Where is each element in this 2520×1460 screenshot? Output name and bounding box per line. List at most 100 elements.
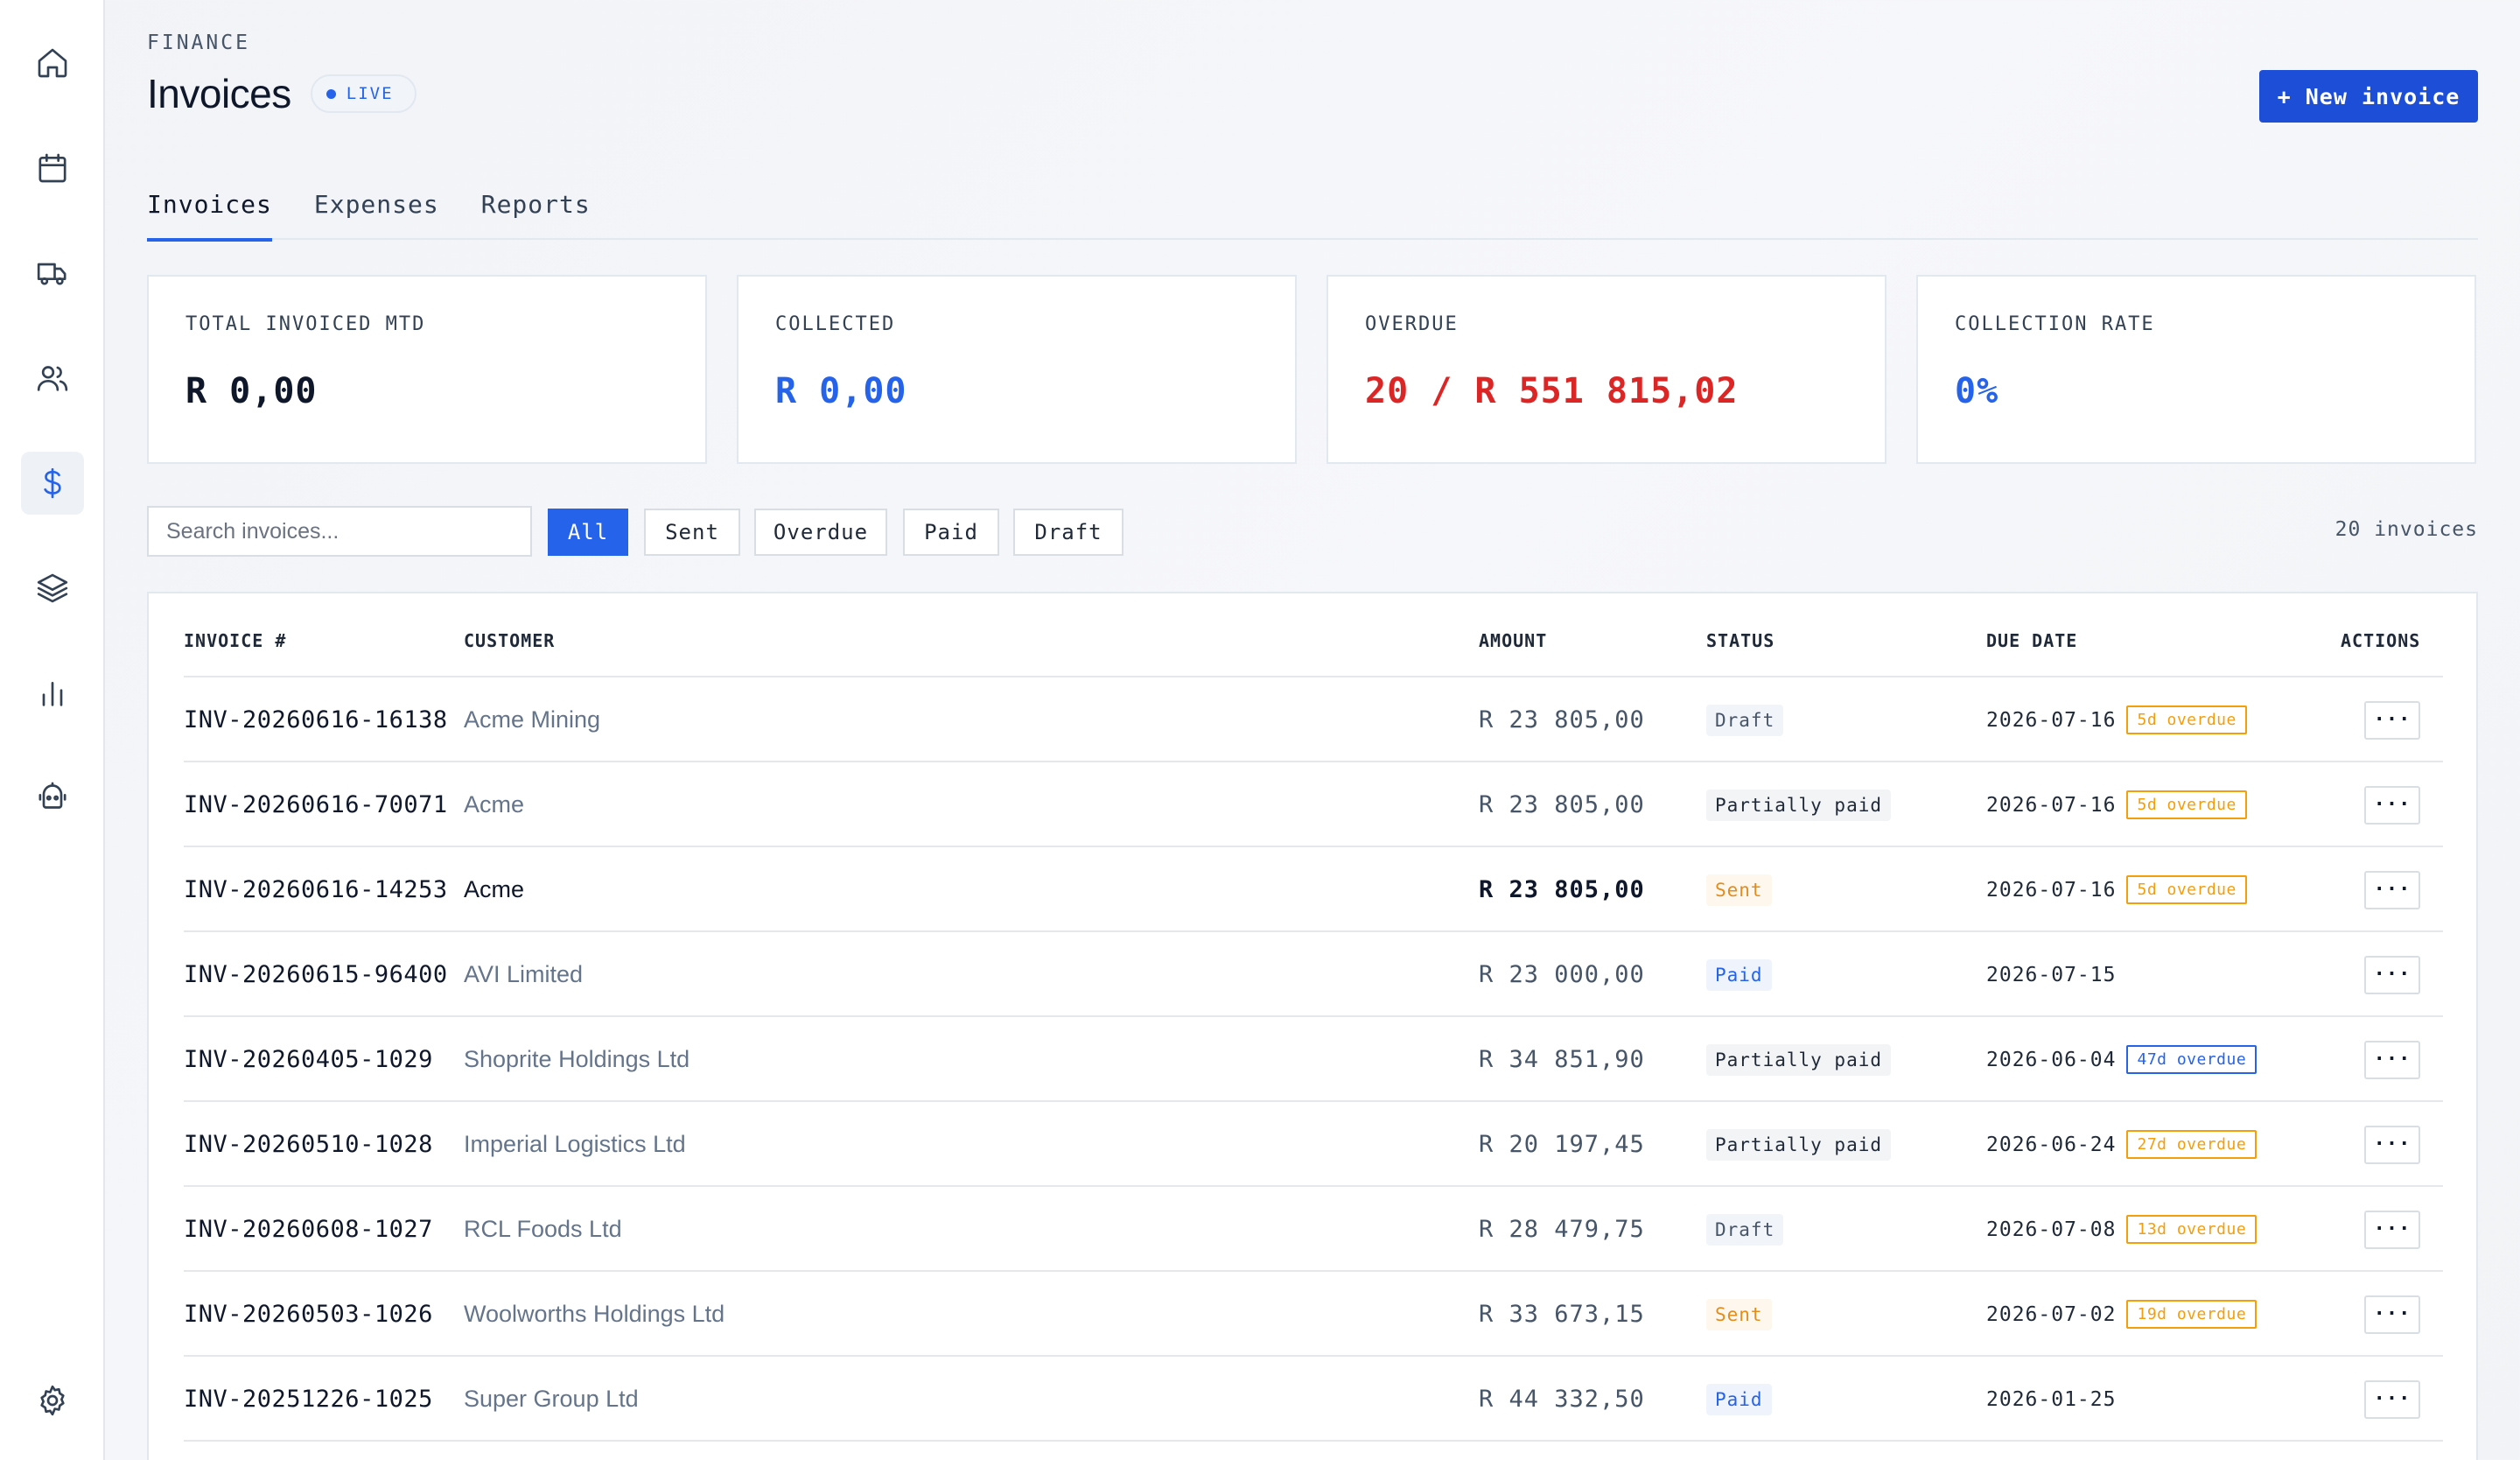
section-eyebrow: FINANCE: [147, 32, 250, 54]
layers-icon: [37, 573, 68, 603]
bot-icon: [38, 782, 66, 809]
column-header-status[interactable]: STATUS: [1706, 630, 1774, 651]
nav-home[interactable]: [21, 32, 84, 95]
actions-cell: ···: [2364, 1272, 2420, 1357]
table-row[interactable]: INV-20260503-1026 Woolworths Holdings Ltd…: [184, 1272, 2443, 1357]
status-badge: Partially paid: [1706, 1043, 1892, 1076]
invoice-number[interactable]: INV-20260405-1029: [184, 1017, 433, 1102]
table-row[interactable]: INV-20260615-96400 AVI Limited R 23 000,00…: [184, 932, 2443, 1017]
customer-name: Acme: [464, 791, 525, 818]
nav-logistics[interactable]: [21, 242, 84, 305]
column-header-customer[interactable]: CUSTOMER: [464, 630, 555, 651]
invoice-number[interactable]: INV-20260503-1026: [184, 1272, 433, 1357]
live-badge-label: LIVE: [346, 84, 394, 103]
search-input[interactable]: [147, 506, 532, 557]
due-cell: 2026-07-16 5d overdue: [1986, 677, 2247, 762]
due-cell: 2026-07-15: [1986, 932, 2116, 1017]
row-actions-button[interactable]: ···: [2364, 955, 2420, 994]
row-actions-button[interactable]: ···: [2364, 1210, 2420, 1249]
kpi-label: TOTAL INVOICED MTD: [186, 313, 426, 335]
filter-chip-all[interactable]: All: [548, 509, 628, 556]
invoice-number[interactable]: INV-20260616-70071: [184, 762, 448, 847]
invoice-amount: R 23 805,00: [1479, 791, 1645, 818]
dollar-icon: [44, 467, 61, 499]
status-cell: Sent: [1706, 1272, 1772, 1357]
table-header: INVOICE # CUSTOMER AMOUNT STATUS DUE DAT…: [184, 630, 2443, 677]
table-row[interactable]: INV-20260405-1029 Shoprite Holdings Ltd R …: [184, 1017, 2443, 1102]
actions-cell: ···: [2364, 847, 2420, 932]
column-header-due-date[interactable]: DUE DATE: [1986, 630, 2077, 651]
invoice-number[interactable]: INV-20260616-16138: [184, 677, 448, 762]
tab-invoices[interactable]: Invoices: [147, 172, 272, 242]
column-header-invoice[interactable]: INVOICE #: [184, 630, 286, 651]
nav-settings[interactable]: [21, 1369, 84, 1432]
nav-analytics[interactable]: [21, 662, 84, 725]
table-row[interactable]: INV-20260608-1027 RCL Foods Ltd R 28 479,7…: [184, 1187, 2443, 1272]
invoice-amount: R 23 805,00: [1479, 876, 1645, 903]
invoice-number[interactable]: INV-20251226-1025: [184, 1357, 433, 1442]
status-cell: Partially paid: [1706, 762, 1892, 847]
kpi-overdue: OVERDUE 20 / R 551 815,02: [1326, 275, 1886, 464]
customer-name: RCL Foods Ltd: [464, 1216, 622, 1242]
nav-finance[interactable]: [21, 452, 84, 515]
tab-reports[interactable]: Reports: [481, 172, 591, 240]
invoice-amount: R 34 851,90: [1479, 1046, 1645, 1073]
bar-chart-icon: [42, 682, 63, 706]
nav-assistant[interactable]: [21, 765, 84, 828]
status-badge: Sent: [1706, 874, 1772, 906]
status-badge: Paid: [1706, 958, 1772, 991]
due-cell: 2026-06-04 47d overdue: [1986, 1017, 2258, 1102]
nav-calendar[interactable]: [21, 137, 84, 200]
invoice-count: 20 invoices: [2334, 518, 2478, 541]
nav-people[interactable]: [21, 347, 84, 410]
overdue-badge: 5d overdue: [2126, 790, 2247, 819]
due-cell: 2026-01-25: [1986, 1357, 2116, 1442]
filter-chip-sent[interactable]: Sent: [644, 509, 740, 556]
invoice-number[interactable]: INV-20260510-1028: [184, 1102, 433, 1187]
nav-layers[interactable]: [21, 557, 84, 620]
customer-name: Super Group Ltd: [464, 1386, 639, 1412]
status-cell: Draft: [1706, 677, 1784, 762]
due-cell: 2026-06-24 27d overdue: [1986, 1102, 2258, 1187]
due-date: 2026-07-02: [1986, 1302, 2117, 1326]
invoice-number[interactable]: INV-20260615-96400: [184, 932, 448, 1017]
invoice-number[interactable]: INV-20260616-14253: [184, 847, 448, 932]
kpi-collected: COLLECTED R 0,00: [737, 275, 1297, 464]
row-actions-button[interactable]: ···: [2364, 1295, 2420, 1334]
kpi-value: 20 / R 551 815,02: [1365, 371, 1739, 411]
table-row[interactable]: INV-20251226-1025 Super Group Ltd R 44 332…: [184, 1357, 2443, 1442]
row-actions-button[interactable]: ···: [2364, 1379, 2420, 1419]
table-row[interactable]: INV-20260616-16138 Acme Mining R 23 805,00…: [184, 677, 2443, 762]
title-row: Invoices LIVE: [147, 70, 416, 117]
invoice-amount: R 20 197,45: [1479, 1131, 1645, 1158]
filter-chip-paid[interactable]: Paid: [903, 509, 999, 556]
due-date: 2026-01-25: [1986, 1387, 2117, 1411]
new-invoice-button[interactable]: + New invoice: [2259, 70, 2478, 123]
tab-expenses[interactable]: Expenses: [314, 172, 439, 240]
gear-icon: [40, 1385, 65, 1416]
customer-name: AVI Limited: [464, 961, 584, 987]
row-actions-button[interactable]: ···: [2364, 785, 2420, 825]
actions-cell: ···: [2364, 1187, 2420, 1272]
due-date: 2026-06-04: [1986, 1048, 2117, 1071]
actions-cell: ···: [2364, 1357, 2420, 1442]
filter-chip-overdue[interactable]: Overdue: [754, 509, 887, 556]
row-actions-button[interactable]: ···: [2364, 1040, 2420, 1079]
table-row[interactable]: INV-20260616-14253 Acme R 23 805,00 Sent 202…: [184, 847, 2443, 932]
invoice-amount: R 33 673,15: [1479, 1301, 1645, 1328]
status-badge: Draft: [1706, 704, 1784, 736]
live-dot-icon: [326, 88, 336, 99]
overdue-badge: 5d overdue: [2126, 705, 2247, 734]
kpi-row: TOTAL INVOICED MTD R 0,00 COLLECTED R 0,…: [147, 275, 2476, 464]
invoice-amount: R 23 805,00: [1479, 706, 1645, 734]
invoice-number[interactable]: INV-20260608-1027: [184, 1187, 433, 1272]
table-row[interactable]: INV-20260510-1028 Imperial Logistics Ltd R…: [184, 1102, 2443, 1187]
table-row[interactable]: INV-20260616-70071 Acme R 23 805,00 Partial…: [184, 762, 2443, 847]
filter-chip-draft[interactable]: Draft: [1013, 509, 1124, 556]
column-header-amount[interactable]: AMOUNT: [1479, 630, 1547, 651]
due-date: 2026-07-16: [1986, 878, 2117, 902]
actions-cell: ···: [2364, 1017, 2420, 1102]
row-actions-button[interactable]: ···: [2364, 700, 2420, 740]
row-actions-button[interactable]: ···: [2364, 1125, 2420, 1164]
row-actions-button[interactable]: ···: [2364, 870, 2420, 909]
